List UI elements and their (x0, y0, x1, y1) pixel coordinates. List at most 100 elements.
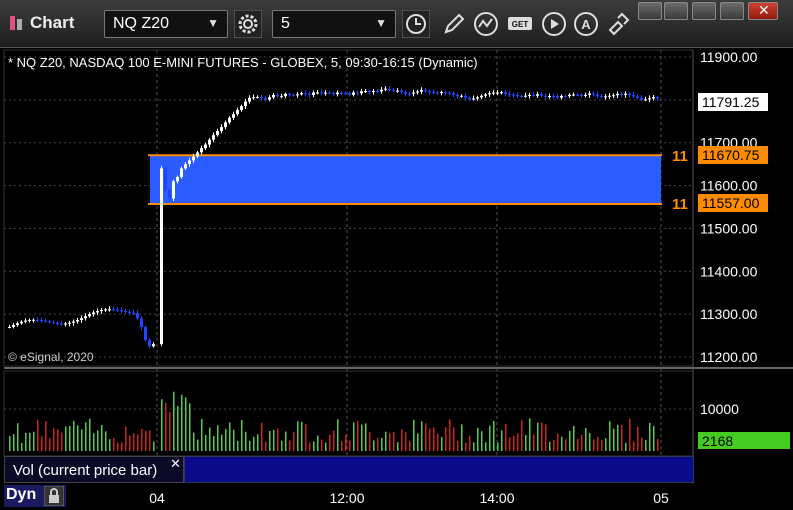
candle-body (412, 92, 415, 94)
volume-bar (161, 399, 163, 451)
volume-bar (613, 428, 615, 451)
volume-bar (249, 440, 251, 451)
pencil-draw-icon[interactable] (440, 10, 468, 38)
candle-body (132, 312, 135, 314)
minimize-window-button[interactable] (692, 2, 716, 20)
volume-bar (285, 431, 287, 451)
candle-body (548, 96, 551, 98)
candle-body (616, 93, 619, 96)
volume-bar (525, 435, 527, 451)
candle-body (100, 309, 103, 312)
candle-body (256, 96, 259, 98)
volume-bar (173, 391, 175, 451)
candle-body (184, 164, 187, 169)
alert-icon[interactable]: A (572, 10, 600, 38)
volume-bar (629, 418, 631, 451)
candle-body (116, 309, 119, 311)
candle-body (636, 96, 639, 98)
close-window-button[interactable]: ✕ (748, 2, 778, 20)
volume-bar (469, 435, 471, 451)
candle-body (228, 117, 231, 123)
candle-body (252, 97, 255, 99)
interval-combo[interactable]: 5 ▼ (272, 10, 396, 38)
candle-body (220, 127, 223, 132)
volume-bar (377, 437, 379, 451)
candle-body (296, 94, 299, 96)
volume-bar (277, 428, 279, 451)
volume-bar (557, 433, 559, 451)
candle-body (240, 106, 243, 110)
volume-bar (185, 397, 187, 451)
lock-icon[interactable] (44, 486, 64, 506)
candle-body (324, 92, 327, 94)
candle-body (596, 94, 599, 96)
volume-bar (341, 440, 343, 451)
chevron-down-icon[interactable]: ▼ (207, 16, 219, 30)
volume-bar (241, 419, 243, 451)
candle-body (20, 321, 23, 324)
candle-body (384, 88, 387, 90)
volume-bar (405, 432, 407, 451)
volume-bar (425, 423, 427, 451)
volume-bar (21, 442, 23, 451)
candle-body (516, 95, 519, 97)
volume-bar (281, 440, 283, 451)
candle-body (368, 91, 371, 93)
volume-bar (141, 428, 143, 451)
candle-body (212, 135, 215, 140)
volume-bar (85, 422, 87, 451)
candle-body (96, 311, 99, 313)
candle-body (356, 92, 359, 94)
candle-body (528, 94, 531, 96)
candle-body (292, 94, 295, 96)
candle-body (532, 94, 535, 96)
get-data-icon[interactable]: GET (506, 10, 534, 38)
symbol-combo[interactable]: NQ Z20 ▼ (104, 10, 228, 38)
restore-window-button[interactable] (664, 2, 688, 20)
volume-bar (633, 441, 635, 451)
play-icon[interactable] (540, 10, 568, 38)
chevron-down-icon[interactable]: ▼ (375, 16, 387, 30)
settings-gear-icon[interactable] (234, 10, 262, 38)
candle-body (588, 93, 591, 95)
candle-body (188, 160, 191, 165)
menu-window-button[interactable] (638, 2, 662, 20)
volume-bar (581, 434, 583, 451)
candle-body (336, 92, 339, 95)
volume-bar (117, 442, 119, 451)
clock-icon[interactable] (402, 10, 430, 38)
candle-body (160, 168, 163, 345)
candle-body (80, 318, 83, 321)
candle-body (428, 91, 431, 93)
volume-bar (193, 432, 195, 451)
volume-panel-strip[interactable] (184, 456, 694, 483)
candle-body (492, 92, 495, 94)
volume-bar (417, 433, 419, 451)
candle-body (440, 92, 443, 94)
chart-canvas[interactable]: 11900.0011800.0011700.0011600.0011500.00… (0, 49, 793, 510)
candle (164, 165, 167, 192)
candle-body (540, 94, 543, 96)
candle (160, 165, 163, 347)
volume-bar (409, 440, 411, 451)
candle (144, 325, 147, 342)
maximize-window-button[interactable] (720, 2, 744, 20)
link-icon[interactable] (604, 10, 632, 38)
candle-body (392, 89, 395, 91)
volume-bar (381, 437, 383, 451)
volume-bar (345, 434, 347, 451)
candle-body (64, 323, 67, 325)
candle-body (316, 92, 319, 94)
volume-panel-close-icon[interactable]: ✕ (170, 456, 181, 472)
volume-bar (617, 424, 619, 451)
candle-body (332, 93, 335, 95)
volume-bar (205, 434, 207, 451)
volume-bar (293, 432, 295, 451)
volume-bar (97, 430, 99, 451)
candle-body (232, 114, 235, 118)
price-zone-rectangle[interactable] (150, 155, 661, 204)
study-wave-icon[interactable] (472, 10, 500, 38)
volume-bar (69, 426, 71, 451)
volume-bar (445, 427, 447, 451)
candle-body (600, 95, 603, 98)
